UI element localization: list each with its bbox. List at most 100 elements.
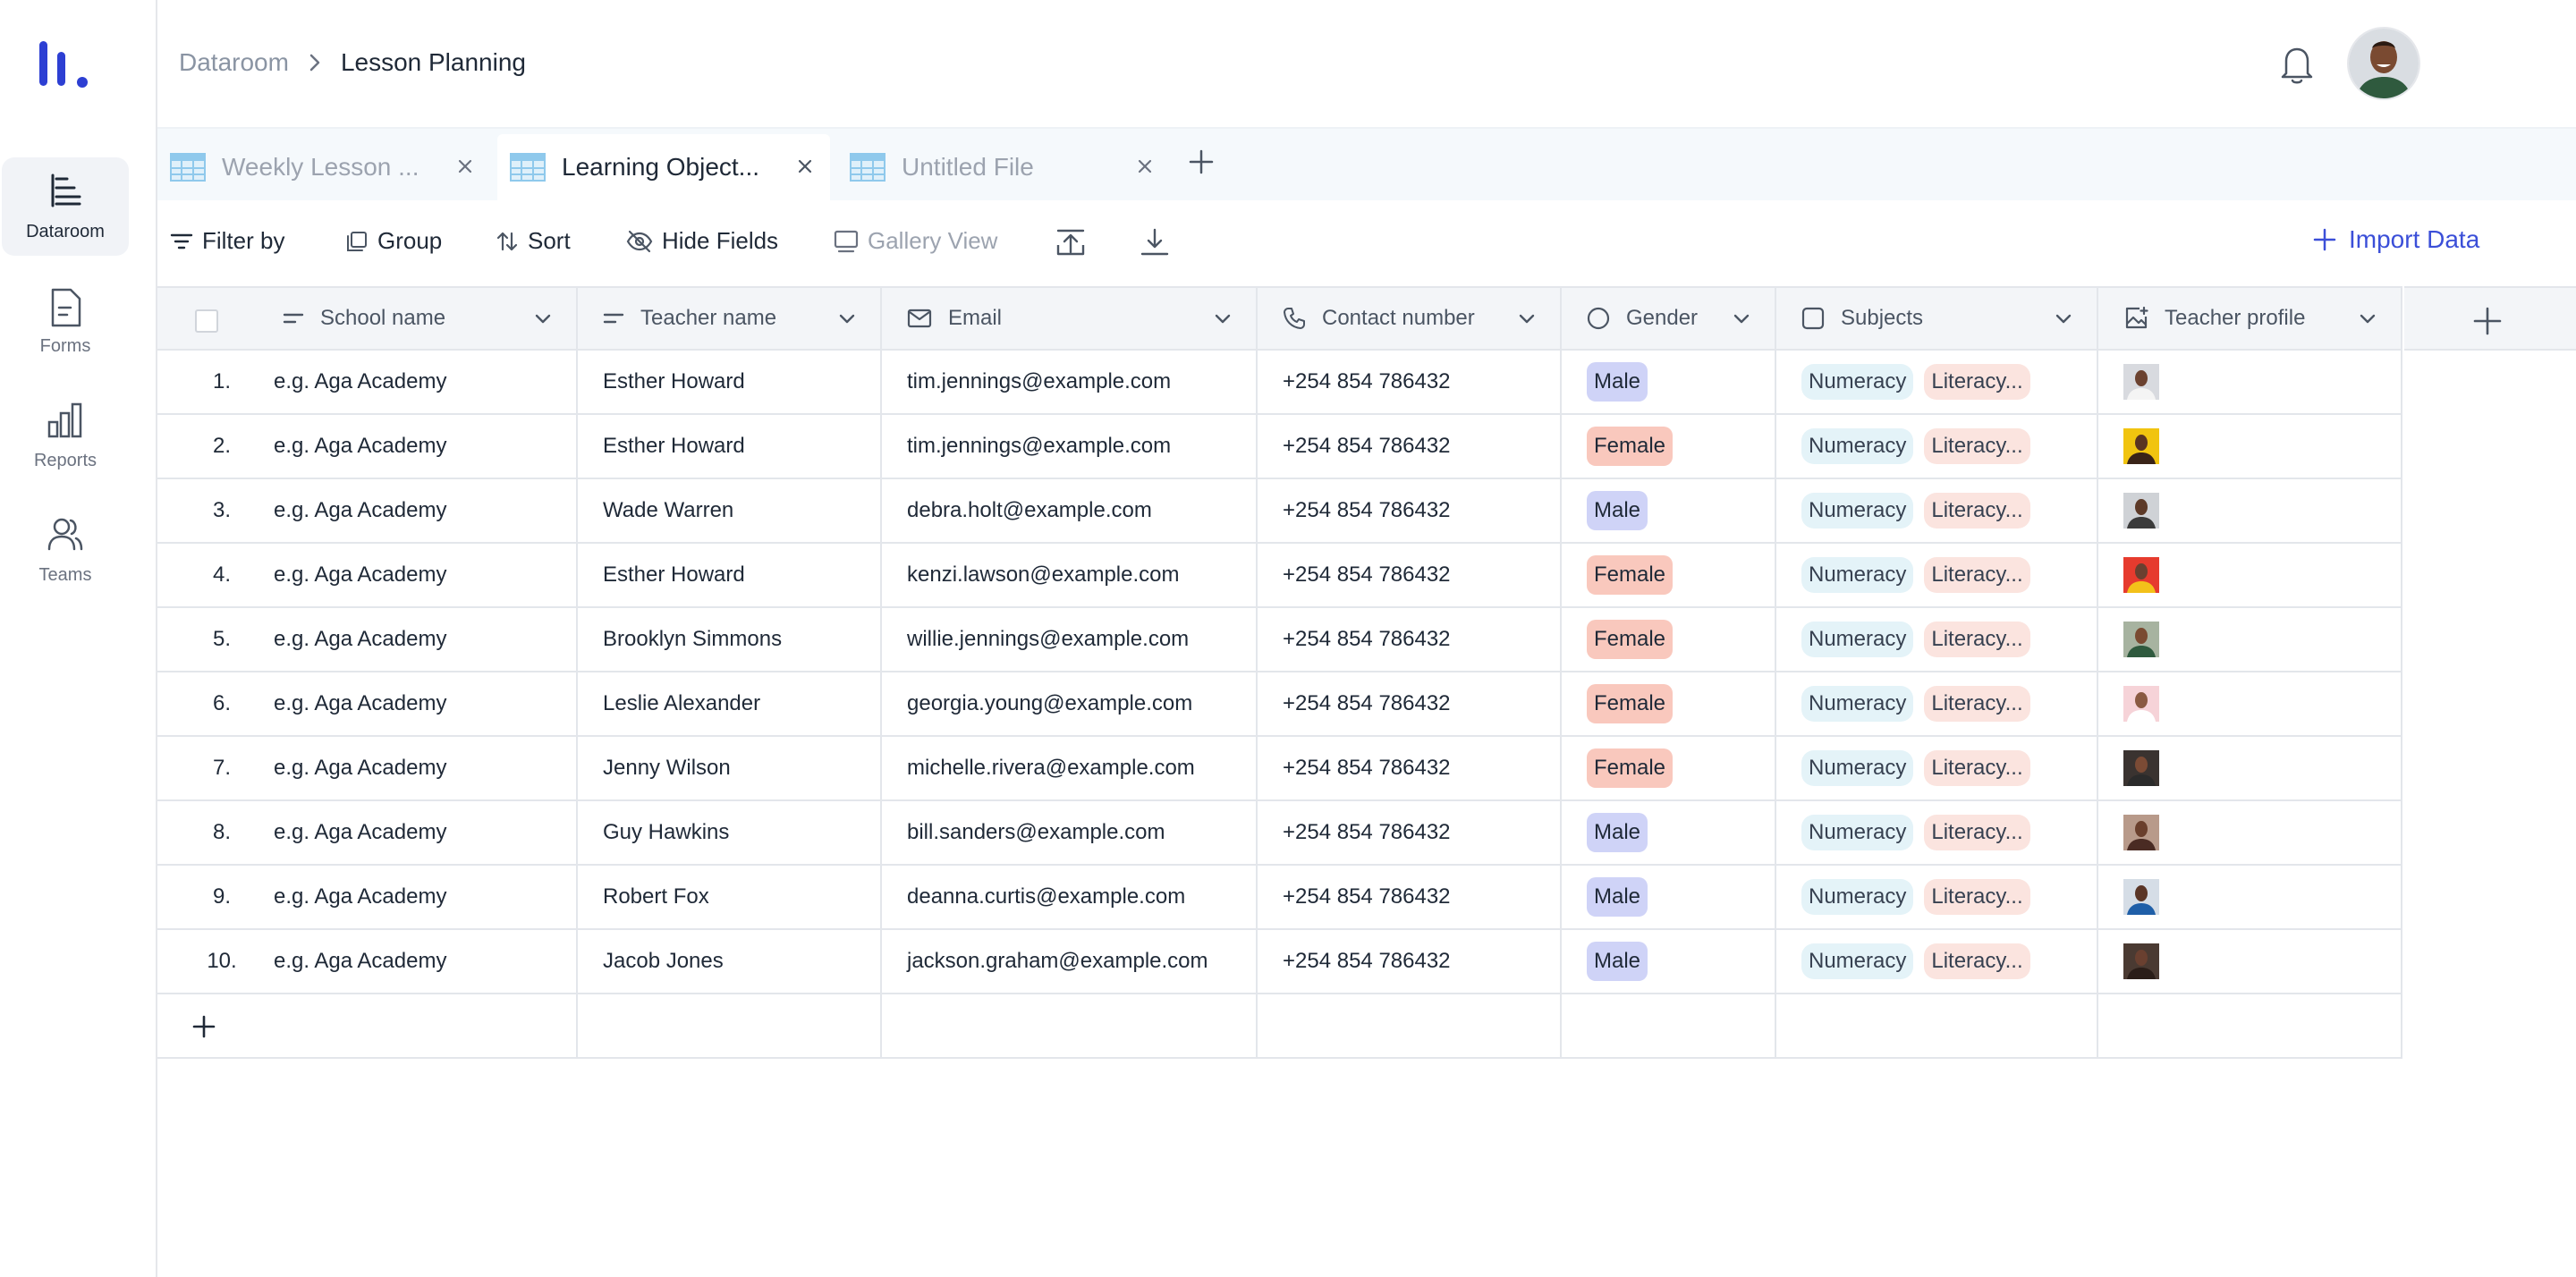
teacher-profile-cell[interactable] — [2098, 737, 2402, 801]
contact-number-cell[interactable]: +254 854 786432 — [1258, 737, 1562, 801]
tab-learning-objectives[interactable]: Learning Object... — [497, 134, 830, 200]
teacher-profile-photo[interactable] — [2123, 879, 2159, 915]
email-cell[interactable]: deanna.curtis@example.com — [882, 866, 1258, 930]
table-row[interactable]: 5. e.g. Aga Academy Brooklyn Simmons willie… — [157, 608, 2402, 672]
app-logo[interactable] — [39, 39, 93, 93]
select-all-checkbox[interactable] — [195, 309, 218, 333]
gender-cell[interactable]: Male — [1562, 801, 1776, 866]
table-row[interactable]: 8. e.g. Aga Academy Guy Hawkins bill.sander… — [157, 801, 2402, 866]
subjects-cell[interactable]: Numeracy Literacy... — [1776, 801, 2098, 866]
table-row[interactable]: 7. e.g. Aga Academy Jenny Wilson michelle.r… — [157, 737, 2402, 801]
hide-fields-button[interactable]: Hide Fields — [626, 227, 778, 255]
teacher-profile-cell[interactable] — [2098, 479, 2402, 544]
column-header-teacher-profile[interactable]: Teacher profile — [2098, 286, 2402, 351]
subjects-cell[interactable]: Numeracy Literacy... — [1776, 351, 2098, 415]
download-button[interactable] — [1140, 227, 1179, 258]
breadcrumb-root-link[interactable]: Dataroom — [179, 48, 289, 77]
school-name-cell[interactable]: 1. e.g. Aga Academy — [157, 351, 578, 415]
add-row-cell[interactable] — [157, 994, 578, 1059]
contact-number-cell[interactable]: +254 854 786432 — [1258, 479, 1562, 544]
contact-number-cell[interactable]: +254 854 786432 — [1258, 930, 1562, 994]
close-icon[interactable] — [456, 157, 474, 175]
close-icon[interactable] — [796, 157, 814, 175]
teacher-profile-cell[interactable] — [2098, 866, 2402, 930]
teacher-profile-photo[interactable] — [2123, 686, 2159, 722]
gender-cell[interactable]: Male — [1562, 351, 1776, 415]
teacher-profile-photo[interactable] — [2123, 943, 2159, 979]
gender-cell[interactable]: Female — [1562, 737, 1776, 801]
school-name-cell[interactable]: 4. e.g. Aga Academy — [157, 544, 578, 608]
subjects-cell[interactable]: Numeracy Literacy... — [1776, 544, 2098, 608]
contact-number-cell[interactable]: +254 854 786432 — [1258, 544, 1562, 608]
gender-cell[interactable]: Male — [1562, 930, 1776, 994]
teacher-profile-cell[interactable] — [2098, 544, 2402, 608]
gender-cell[interactable]: Female — [1562, 415, 1776, 479]
school-name-cell[interactable]: 2. e.g. Aga Academy — [157, 415, 578, 479]
teacher-profile-photo[interactable] — [2123, 815, 2159, 850]
email-cell[interactable]: willie.jennings@example.com — [882, 608, 1258, 672]
school-name-cell[interactable]: 10. e.g. Aga Academy — [157, 930, 578, 994]
sidebar-item-reports[interactable]: Reports — [2, 386, 129, 485]
teacher-name-cell[interactable]: Jacob Jones — [578, 930, 882, 994]
chevron-down-icon[interactable] — [2360, 313, 2376, 326]
subjects-cell[interactable]: Numeracy Literacy... — [1776, 415, 2098, 479]
filter-button[interactable]: Filter by — [170, 227, 284, 255]
school-name-cell[interactable]: 9. e.g. Aga Academy — [157, 866, 578, 930]
column-header-subjects[interactable]: Subjects — [1776, 286, 2098, 351]
column-header-teacher-name[interactable]: Teacher name — [578, 286, 882, 351]
teacher-profile-cell[interactable] — [2098, 801, 2402, 866]
teacher-profile-photo[interactable] — [2123, 557, 2159, 593]
teacher-profile-cell[interactable] — [2098, 672, 2402, 737]
email-cell[interactable]: jackson.graham@example.com — [882, 930, 1258, 994]
teacher-name-cell[interactable]: Esther Howard — [578, 351, 882, 415]
email-cell[interactable]: tim.jennings@example.com — [882, 415, 1258, 479]
school-name-cell[interactable]: 8. e.g. Aga Academy — [157, 801, 578, 866]
upload-button[interactable] — [1055, 227, 1095, 258]
close-icon[interactable] — [1136, 157, 1154, 175]
teacher-profile-cell[interactable] — [2098, 608, 2402, 672]
table-row[interactable]: 2. e.g. Aga Academy Esther Howard tim.jenni… — [157, 415, 2402, 479]
table-row[interactable]: 3. e.g. Aga Academy Wade Warren debra.holt@… — [157, 479, 2402, 544]
tab-untitled-file[interactable]: Untitled File — [837, 134, 1170, 200]
tab-weekly-lesson[interactable]: Weekly Lesson ... — [157, 134, 490, 200]
chevron-down-icon[interactable] — [535, 313, 551, 326]
teacher-profile-photo[interactable] — [2123, 622, 2159, 657]
gender-cell[interactable]: Male — [1562, 479, 1776, 544]
teacher-profile-cell[interactable] — [2098, 351, 2402, 415]
chevron-down-icon[interactable] — [1733, 313, 1750, 326]
chevron-down-icon[interactable] — [839, 313, 855, 326]
teacher-profile-cell[interactable] — [2098, 930, 2402, 994]
email-cell[interactable]: michelle.rivera@example.com — [882, 737, 1258, 801]
subjects-cell[interactable]: Numeracy Literacy... — [1776, 672, 2098, 737]
subjects-cell[interactable]: Numeracy Literacy... — [1776, 866, 2098, 930]
school-name-cell[interactable]: 5. e.g. Aga Academy — [157, 608, 578, 672]
teacher-profile-cell[interactable] — [2098, 415, 2402, 479]
email-cell[interactable]: bill.sanders@example.com — [882, 801, 1258, 866]
import-data-button[interactable]: Import Data — [2313, 225, 2479, 254]
email-cell[interactable]: georgia.young@example.com — [882, 672, 1258, 737]
teacher-profile-photo[interactable] — [2123, 493, 2159, 529]
table-row[interactable]: 9. e.g. Aga Academy Robert Fox deanna.curti… — [157, 866, 2402, 930]
sidebar-item-forms[interactable]: Forms — [2, 272, 129, 370]
teacher-profile-photo[interactable] — [2123, 364, 2159, 400]
teacher-name-cell[interactable]: Esther Howard — [578, 415, 882, 479]
subjects-cell[interactable]: Numeracy Literacy... — [1776, 479, 2098, 544]
email-cell[interactable]: debra.holt@example.com — [882, 479, 1258, 544]
avatar[interactable] — [2349, 29, 2419, 98]
teacher-name-cell[interactable]: Leslie Alexander — [578, 672, 882, 737]
contact-number-cell[interactable]: +254 854 786432 — [1258, 351, 1562, 415]
column-header-school-name[interactable]: School name — [157, 286, 578, 351]
sidebar-item-teams[interactable]: Teams — [2, 501, 129, 599]
chevron-down-icon[interactable] — [1519, 313, 1535, 326]
teacher-name-cell[interactable]: Robert Fox — [578, 866, 882, 930]
teacher-profile-photo[interactable] — [2123, 428, 2159, 464]
teacher-name-cell[interactable]: Jenny Wilson — [578, 737, 882, 801]
gallery-view-button[interactable]: Gallery View — [834, 227, 997, 255]
contact-number-cell[interactable]: +254 854 786432 — [1258, 801, 1562, 866]
teacher-name-cell[interactable]: Wade Warren — [578, 479, 882, 544]
chevron-down-icon[interactable] — [2055, 313, 2072, 326]
column-header-email[interactable]: Email — [882, 286, 1258, 351]
column-header-contact-number[interactable]: Contact number — [1258, 286, 1562, 351]
email-cell[interactable]: kenzi.lawson@example.com — [882, 544, 1258, 608]
table-row[interactable]: 10. e.g. Aga Academy Jacob Jones jackson.gr… — [157, 930, 2402, 994]
